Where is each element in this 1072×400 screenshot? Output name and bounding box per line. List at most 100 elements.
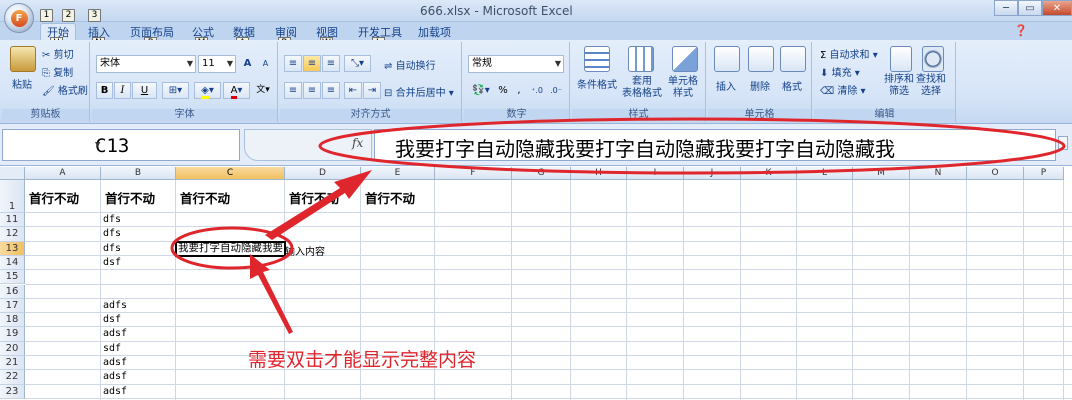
column-header-j[interactable]: J <box>684 167 741 180</box>
insert-cells-button[interactable]: 插入 <box>716 78 736 93</box>
cell-a1[interactable]: 首行不动 <box>29 188 79 207</box>
row-header-19[interactable]: 19 <box>0 327 25 342</box>
office-button[interactable]: F <box>4 3 34 33</box>
borders-icon[interactable]: ⊞▾ <box>162 82 189 99</box>
align-middle-icon[interactable]: ≡ <box>303 55 321 72</box>
row-header-14[interactable]: 14 <box>0 255 25 271</box>
cell-b17[interactable]: adfs <box>103 300 127 311</box>
copy-button[interactable]: ⎘ 复制 <box>42 64 73 79</box>
fill-color-icon[interactable]: ◈▾ <box>194 82 221 99</box>
row-header-12[interactable]: 12 <box>0 227 25 242</box>
column-header-d[interactable]: D <box>285 167 361 180</box>
phonetic-icon[interactable]: 文▾ <box>252 82 274 99</box>
column-header-f[interactable]: F <box>435 167 512 180</box>
cell-style-button[interactable]: 单元格 样式 <box>668 76 698 100</box>
row-header-22[interactable]: 22 <box>0 370 25 385</box>
sort-filter-button[interactable]: 排序和 筛选 <box>884 74 914 98</box>
column-header-o[interactable]: O <box>967 167 1024 180</box>
qat-keytip-1[interactable]: 1 <box>40 9 53 22</box>
row-header-15[interactable]: 15 <box>0 270 25 285</box>
active-cell-c13[interactable]: 我要打字自动隐藏我要 <box>175 240 286 257</box>
cell-b1[interactable]: 首行不动 <box>105 188 155 207</box>
fill-button[interactable]: ⬇ 填充 ▾ <box>820 64 860 79</box>
minimize-icon[interactable]: ─ <box>994 0 1018 16</box>
find-select-button[interactable]: 查找和 选择 <box>916 74 946 98</box>
formula-input[interactable]: 我要打字自动隐藏我要打字自动隐藏我要打字自动隐藏我 <box>374 129 1056 161</box>
font-name-select[interactable]: 宋体 ▼ <box>96 55 196 73</box>
column-header-a[interactable]: A <box>25 167 101 180</box>
cell-e1[interactable]: 首行不动 <box>365 188 415 207</box>
column-header-c[interactable]: C <box>176 167 285 180</box>
sort-filter-icon[interactable] <box>890 46 912 72</box>
align-bottom-icon[interactable]: ≡ <box>322 55 340 72</box>
format-cells-button[interactable]: 格式 <box>782 78 802 93</box>
function-icon[interactable]: fx <box>352 136 363 150</box>
binoculars-icon[interactable] <box>922 46 944 72</box>
conditional-format-button[interactable]: 条件格式 <box>577 76 617 91</box>
shrink-font-button[interactable]: A <box>257 55 274 72</box>
grow-font-button[interactable]: A <box>239 55 256 72</box>
qat-keytip-2[interactable]: 2 <box>62 9 75 22</box>
paste-icon[interactable] <box>10 46 36 72</box>
tab-addins[interactable]: 加载项 <box>418 24 451 40</box>
cell-c1[interactable]: 首行不动 <box>180 188 230 207</box>
column-header-b[interactable]: B <box>101 167 176 180</box>
align-left-icon[interactable]: ≡ <box>284 82 302 99</box>
worksheet-grid[interactable]: A B C D E F G H I J K L M N O P 1 首行不动 首行不动 首行不动 首行不动 首行不动 11 d… <box>0 167 1072 400</box>
expand-formula-bar-icon[interactable] <box>1058 136 1068 150</box>
orientation-icon[interactable]: ⤡▾ <box>344 55 371 72</box>
row-header-13[interactable]: 13 <box>0 241 25 256</box>
increase-indent-icon[interactable]: ⇥ <box>363 82 381 99</box>
column-header-l[interactable]: L <box>797 167 853 180</box>
format-painter-button[interactable]: 🖌 格式刷 <box>42 82 88 97</box>
table-format-button[interactable]: 套用 表格格式 <box>622 76 662 100</box>
insert-cells-icon[interactable] <box>714 46 740 72</box>
increase-decimal-icon[interactable]: ⁺.0 <box>528 82 546 99</box>
clear-button[interactable]: ⌫ 清除 ▾ <box>820 82 866 97</box>
align-top-icon[interactable]: ≡ <box>284 55 302 72</box>
format-cells-icon[interactable] <box>780 46 806 72</box>
select-all-corner[interactable] <box>0 167 25 180</box>
row-header-21[interactable]: 21 <box>0 356 25 371</box>
cell-b22[interactable]: adsf <box>103 371 127 382</box>
cell-b13[interactable]: dfs <box>103 243 121 254</box>
percent-button[interactable]: % <box>496 82 510 99</box>
cell-b20[interactable]: sdf <box>103 343 121 354</box>
column-header-k[interactable]: K <box>741 167 797 180</box>
cell-b12[interactable]: dfs <box>103 228 121 239</box>
help-icon[interactable]: ❓ <box>1014 24 1028 37</box>
delete-cells-icon[interactable] <box>748 46 774 72</box>
font-color-icon[interactable]: A▾ <box>223 82 250 99</box>
cell-b21[interactable]: adsf <box>103 357 127 368</box>
cell-b14[interactable]: dsf <box>103 257 121 268</box>
column-header-m[interactable]: M <box>853 167 910 180</box>
row-header-23[interactable]: 23 <box>0 384 25 399</box>
row-header-20[interactable]: 20 <box>0 341 25 356</box>
restore-icon[interactable]: ▭ <box>1018 0 1042 16</box>
cell-style-icon[interactable] <box>672 46 698 72</box>
currency-icon[interactable]: 💱▾ <box>468 82 494 99</box>
cell-d13[interactable]: 输入内容 <box>285 243 325 258</box>
cell-b11[interactable]: dfs <box>103 214 121 225</box>
number-format-select[interactable]: 常规 ▼ <box>468 55 564 73</box>
underline-button[interactable]: U <box>132 82 157 99</box>
comma-button[interactable]: , <box>512 82 526 99</box>
column-header-i[interactable]: I <box>627 167 684 180</box>
bold-button[interactable]: B <box>96 82 113 99</box>
cell-b19[interactable]: adsf <box>103 328 127 339</box>
row-header-16[interactable]: 16 <box>0 284 25 299</box>
delete-cells-button[interactable]: 删除 <box>750 78 770 93</box>
column-header-g[interactable]: G <box>512 167 571 180</box>
row-header-1[interactable]: 1 <box>0 180 25 213</box>
row-header-18[interactable]: 18 <box>0 313 25 328</box>
wrap-text-button[interactable]: ⇌ 自动换行 <box>384 57 436 72</box>
conditional-format-icon[interactable] <box>584 46 610 72</box>
font-size-select[interactable]: 11 ▼ <box>198 55 236 73</box>
column-header-e[interactable]: E <box>361 167 435 180</box>
row-header-17[interactable]: 17 <box>0 298 25 314</box>
qat-keytip-3[interactable]: 3 <box>88 9 101 22</box>
column-header-p[interactable]: P <box>1024 167 1064 180</box>
cell-b18[interactable]: dsf <box>103 314 121 325</box>
paste-button[interactable]: 粘贴 <box>12 76 32 91</box>
column-header-n[interactable]: N <box>910 167 967 180</box>
